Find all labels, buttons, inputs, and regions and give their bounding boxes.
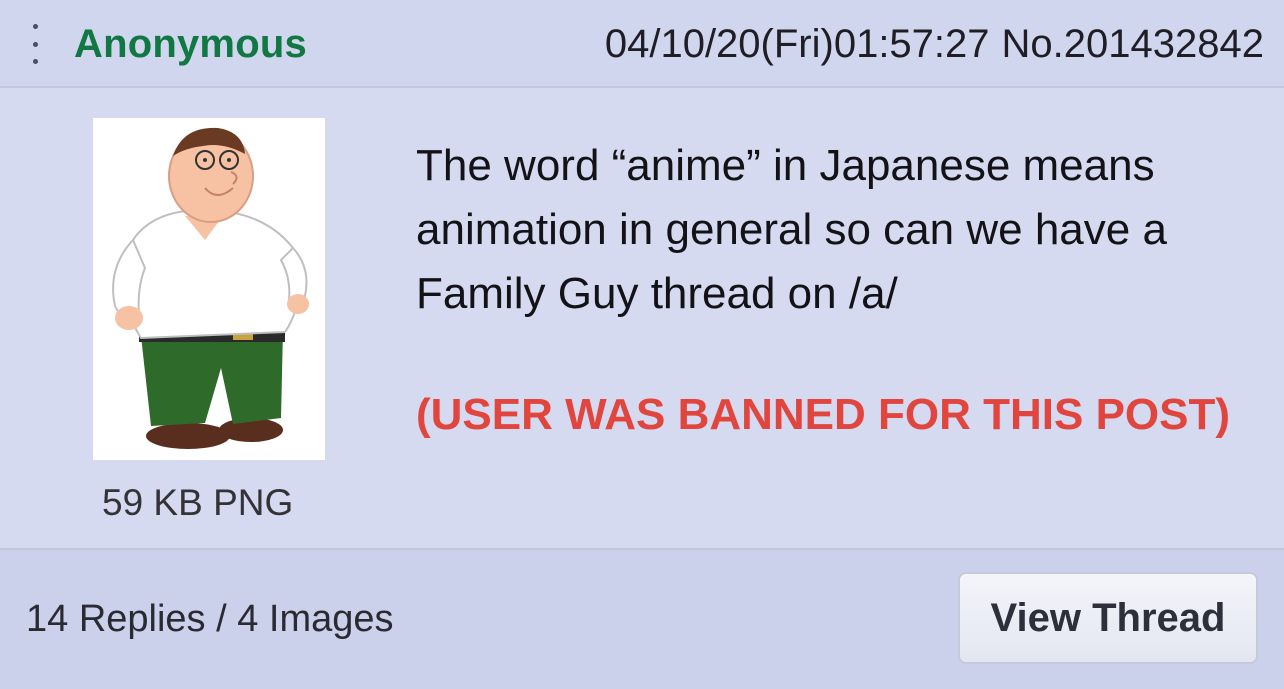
ban-notice: (USER WAS BANNED FOR THIS POST)	[416, 390, 1231, 439]
post-body: 59 KB PNG The word “anime” in Japanese m…	[0, 88, 1284, 548]
post-number[interactable]: No.201432842	[1002, 22, 1264, 66]
post-message: The word “anime” in Japanese means anima…	[416, 141, 1167, 318]
post-thumbnail[interactable]	[93, 118, 325, 460]
poster-name: Anonymous	[74, 22, 307, 66]
post-header: Anonymous 04/10/20(Fri)01:57:27 No.201432…	[0, 0, 1284, 88]
post-footer: 14 Replies / 4 Images View Thread	[0, 548, 1284, 689]
view-thread-button[interactable]: View Thread	[958, 572, 1258, 664]
post-datetime: 04/10/20(Fri)01:57:27	[604, 22, 990, 66]
replies-summary: 14 Replies / 4 Images	[26, 598, 394, 640]
file-info: 59 KB PNG	[102, 482, 294, 523]
character-image	[112, 127, 309, 449]
post-card: Anonymous 04/10/20(Fri)01:57:27 No.201432…	[0, 0, 1284, 689]
menu-dots-icon[interactable]	[30, 24, 40, 64]
post-meta: 04/10/20(Fri)01:57:27 No.201432842	[605, 22, 1264, 67]
